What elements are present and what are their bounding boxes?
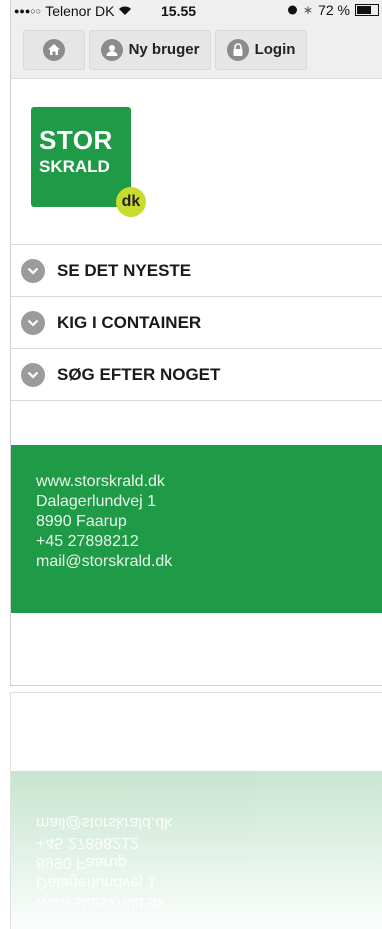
footer-email[interactable]: mail@storskrald.dk (36, 552, 382, 572)
footer-city: 8990 Faarup (36, 513, 127, 530)
menu-item-label: KIG I CONTAINER (57, 312, 202, 332)
chevron-down-icon (21, 310, 45, 335)
signal-icon: ●●●○○ (14, 5, 42, 16)
footer-street: Dalagerlundvej 1 (36, 493, 157, 510)
app-screen: ●●●○○ Telenor DK 15.55 ∗ 72 % Ny bruger … (10, 0, 382, 686)
logo-line1: STOR (39, 125, 113, 155)
clock: 15.55 (161, 3, 197, 19)
logo-badge: dk (116, 187, 146, 217)
chevron-down-icon (21, 362, 45, 387)
status-bar: ●●●○○ Telenor DK 15.55 ∗ 72 % (11, 0, 382, 21)
bluetooth-icon: ∗ (303, 3, 314, 17)
login-label: Login (254, 41, 296, 58)
carrier-name: Telenor DK (45, 2, 115, 19)
alarm-icon (287, 2, 298, 18)
reflection-fade (11, 771, 382, 929)
home-icon (43, 38, 65, 61)
new-user-label: Ny bruger (128, 41, 200, 58)
battery-icon (355, 4, 379, 16)
user-icon (100, 38, 123, 61)
logo-area: STOR SKRALD dk (11, 79, 382, 244)
home-button[interactable] (23, 29, 85, 70)
main-menu: SE DET NYESTE KIG I CONTAINER SØG EFTER … (11, 244, 382, 401)
footer-phone[interactable]: +45 27898212 (36, 532, 382, 552)
lock-icon (226, 38, 249, 61)
menu-item-container[interactable]: KIG I CONTAINER (11, 296, 382, 348)
menu-item-newest[interactable]: SE DET NYESTE (11, 244, 382, 296)
menu-item-label: SE DET NYESTE (57, 260, 192, 280)
screen-reflection: www.storskrald.dk Dalagerlundvej 1 8990 … (10, 692, 382, 929)
footer-website[interactable]: www.storskrald.dk (36, 472, 382, 492)
menu-item-label: SØG EFTER NOGET (57, 364, 221, 384)
storskrald-logo[interactable]: STOR SKRALD dk (31, 107, 146, 217)
login-button[interactable]: Login (215, 29, 307, 70)
battery-percent: 72 % (318, 2, 350, 18)
wifi-icon (118, 3, 132, 19)
logo-line2: SKRALD (39, 157, 110, 176)
new-user-button[interactable]: Ny bruger (89, 29, 211, 70)
menu-item-search[interactable]: SØG EFTER NOGET (11, 348, 382, 401)
footer-contact: www.storskrald.dk Dalagerlundvej 1 8990 … (11, 445, 382, 613)
chevron-down-icon (21, 258, 45, 283)
top-nav: Ny bruger Login (11, 21, 382, 79)
